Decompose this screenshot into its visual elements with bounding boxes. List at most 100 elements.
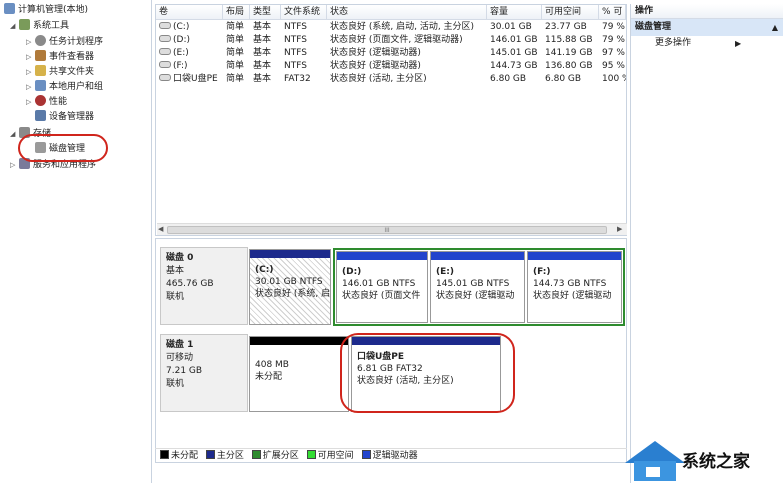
volume-cell: 23.77 GB <box>545 22 587 32</box>
volume-cell: 100 % <box>602 74 626 84</box>
expand-arrow-icon[interactable]: ▷ <box>10 158 19 172</box>
volume-cell: FAT32 <box>284 74 311 84</box>
horizontal-scrollbar[interactable]: ◀ III ▶ <box>157 223 627 235</box>
volume-row[interactable]: (E:) 简单 基本 NTFS 状态良好 (逻辑驱动器) 145.01 GB 141.19 … <box>156 47 626 60</box>
scroll-grip: III <box>384 227 390 234</box>
volume-cell: 97 % <box>602 48 625 58</box>
scroll-right-icon[interactable]: ▶ <box>617 225 622 233</box>
volume-cell: 136.80 GB <box>545 61 593 71</box>
volume-cell: 基本 <box>253 74 272 84</box>
partition-e[interactable]: (E:) 145.01 GB NTFS 状态良好 (逻辑驱动 <box>430 251 525 323</box>
column-header-filesystem[interactable]: 文件系统 <box>281 5 327 20</box>
volume-cell: 基本 <box>253 22 272 32</box>
column-header-type[interactable]: 类型 <box>250 5 281 20</box>
submenu-arrow-icon: ▶ <box>735 39 742 48</box>
volume-cell: 6.80 GB <box>545 74 582 84</box>
volume-cell: 简单 <box>226 61 245 71</box>
actions-section-disk-management[interactable]: 磁盘管理 ▲ <box>631 19 783 36</box>
clock-icon <box>35 35 46 46</box>
partition-f[interactable]: (F:) 144.73 GB NTFS 状态良好 (逻辑驱动 <box>527 251 622 323</box>
expand-arrow-icon[interactable]: ▷ <box>26 50 35 64</box>
volume-cell: 基本 <box>253 61 272 71</box>
drive-icon <box>159 61 171 68</box>
volume-cell: (D:) <box>156 34 223 47</box>
volume-cell: (C:) <box>156 21 223 34</box>
drive-icon <box>159 35 171 42</box>
tree-item-event-viewer[interactable]: ▷ 事件查看器 <box>26 50 94 64</box>
disk-1-status: 联机 <box>166 379 185 389</box>
tree-item-computer-management[interactable]: 计算机管理(本地) <box>4 3 88 17</box>
collapse-arrow-icon[interactable]: ◢ <box>10 19 19 33</box>
expand-arrow-icon[interactable]: ▷ <box>26 80 35 94</box>
volume-cell: 115.88 GB <box>545 35 593 45</box>
tree-item-task-scheduler[interactable]: ▷ 任务计划程序 <box>26 35 103 49</box>
column-header-percent-free[interactable]: % 可 <box>599 5 626 20</box>
tree-item-local-users[interactable]: ▷ 本地用户和组 <box>26 80 103 94</box>
disk-1-size: 7.21 GB <box>166 366 203 376</box>
partition-d[interactable]: (D:) 146.01 GB NTFS 状态良好 (页面文件 <box>336 251 428 323</box>
collapse-arrow-icon[interactable]: ◢ <box>10 127 19 141</box>
volume-row[interactable]: (D:) 简单 基本 NTFS 状态良好 (页面文件, 逻辑驱动器) 146.01 GB 1… <box>156 34 626 47</box>
partition-c[interactable]: (C:) 30.01 GB NTFS 状态良好 (系统, 启 <box>249 249 331 325</box>
actions-pane: 操作 磁盘管理 ▲ 更多操作 ▶ <box>630 4 783 483</box>
column-header-status[interactable]: 状态 <box>327 5 487 20</box>
tree-item-system-tools[interactable]: ◢ 系统工具 <box>10 19 69 33</box>
volume-cell: 6.80 GB <box>490 74 527 84</box>
volume-cell: 简单 <box>226 35 245 45</box>
tree-item-shared-folders[interactable]: ▷ 共享文件夹 <box>26 65 94 79</box>
volume-cell: 基本 <box>253 48 272 58</box>
volume-cell: NTFS <box>284 48 307 58</box>
volume-cell: 状态良好 (页面文件, 逻辑驱动器) <box>330 35 463 45</box>
volume-list: 卷 布局 类型 文件系统 状态 容量 可用空间 % 可 (C:) 简单 基本 NTFS… <box>155 4 627 236</box>
disk-0-name: 磁盘 0 <box>166 253 194 263</box>
expand-arrow-icon[interactable]: ▷ <box>26 65 35 79</box>
actions-title: 操作 <box>631 4 783 19</box>
highlight-circle <box>340 333 515 413</box>
column-header-capacity[interactable]: 容量 <box>487 5 542 20</box>
column-header-layout[interactable]: 布局 <box>223 5 250 20</box>
drive-icon <box>159 74 171 81</box>
more-actions[interactable]: 更多操作 ▶ <box>631 36 783 51</box>
expand-arrow-icon[interactable]: ▷ <box>26 95 35 109</box>
volume-cell: 口袋U盘PE <box>156 73 223 86</box>
volume-row[interactable]: (F:) 简单 基本 NTFS 状态良好 (逻辑驱动器) 144.73 GB 136.80 … <box>156 60 626 73</box>
tree-item-performance[interactable]: ▷ 性能 <box>26 95 67 109</box>
volume-cell: 简单 <box>226 48 245 58</box>
volume-cell: 状态良好 (系统, 启动, 活动, 主分区) <box>330 22 475 32</box>
volume-cell: NTFS <box>284 35 307 45</box>
volume-row[interactable]: 口袋U盘PE 简单 基本 FAT32 状态良好 (活动, 主分区) 6.80 GB 6.80… <box>156 73 626 86</box>
scroll-left-icon[interactable]: ◀ <box>158 225 163 233</box>
disk-0-size: 465.76 GB <box>166 279 214 289</box>
users-icon <box>35 80 46 91</box>
volume-cell: 146.01 GB <box>490 35 538 45</box>
disk-1-name: 磁盘 1 <box>166 340 194 350</box>
event-viewer-icon <box>35 50 46 61</box>
shared-folder-icon <box>35 65 46 76</box>
volume-cell: 基本 <box>253 35 272 45</box>
tools-icon <box>19 19 30 30</box>
disk-1-type: 可移动 <box>166 353 194 363</box>
disk-0-status: 联机 <box>166 292 185 302</box>
volume-cell: NTFS <box>284 22 307 32</box>
volume-cell: 79 % <box>602 22 625 32</box>
column-header-free-space[interactable]: 可用空间 <box>542 5 599 20</box>
device-manager-icon <box>35 110 46 121</box>
volume-cell: 状态良好 (活动, 主分区) <box>330 74 427 84</box>
partition-unallocated[interactable]: 408 MB 未分配 <box>249 336 349 412</box>
expand-arrow-icon[interactable]: ▷ <box>26 35 35 49</box>
drive-icon <box>159 22 171 29</box>
volume-row[interactable]: (C:) 简单 基本 NTFS 状态良好 (系统, 启动, 活动, 主分区) 30.01 … <box>156 21 626 34</box>
volume-cell: 状态良好 (逻辑驱动器) <box>330 48 421 58</box>
scrollbar-thumb[interactable]: III <box>167 226 607 234</box>
tree-item-device-manager[interactable]: 设备管理器 <box>35 110 94 124</box>
disk-0-type: 基本 <box>166 266 185 276</box>
column-header-volume[interactable]: 卷 <box>156 5 223 20</box>
volume-cell: 141.19 GB <box>545 48 593 58</box>
disk-0-label[interactable]: 磁盘 0 基本 465.76 GB 联机 <box>160 247 248 325</box>
volume-cell: 79 % <box>602 35 625 45</box>
disk-1-label[interactable]: 磁盘 1 可移动 7.21 GB 联机 <box>160 334 248 412</box>
collapse-up-icon[interactable]: ▲ <box>772 19 778 36</box>
volume-cell: 简单 <box>226 22 245 32</box>
volume-cell: 简单 <box>226 74 245 84</box>
volume-cell: (E:) <box>156 47 223 60</box>
